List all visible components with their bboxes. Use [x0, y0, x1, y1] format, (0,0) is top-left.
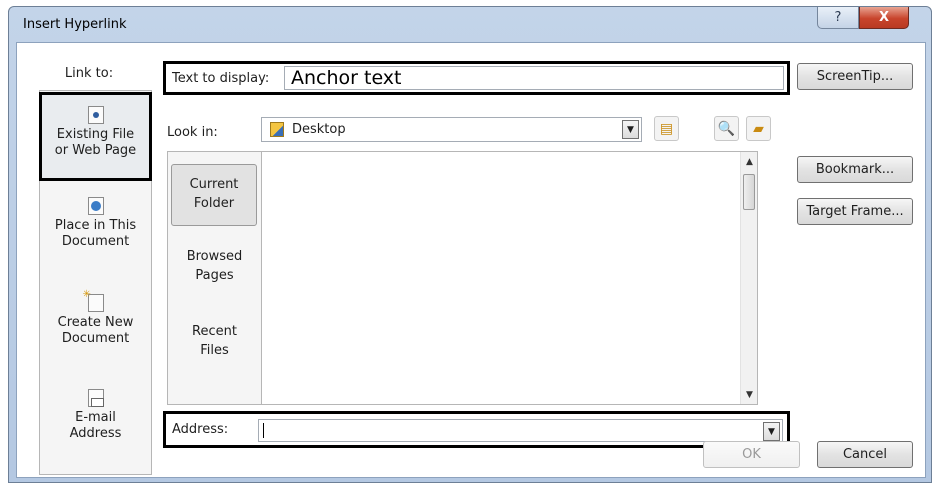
ok-button[interactable]: OK: [703, 441, 800, 468]
browse-file-icon[interactable]: ▰: [746, 116, 771, 141]
link-place-label-2: Document: [61, 234, 130, 249]
place-recent-files-label-2: Files: [200, 343, 229, 358]
document-place-icon: [87, 197, 104, 215]
place-current-folder-label-1: Current: [189, 177, 239, 192]
link-place-in-document[interactable]: Place in This Document: [40, 197, 151, 250]
address-dropdown-chevron-icon[interactable]: ▼: [763, 422, 780, 441]
scroll-down-arrow-icon[interactable]: ▼: [742, 386, 757, 403]
places-bar: Current Folder Browsed Pages Recent File…: [167, 151, 262, 405]
place-browsed-pages-label-2: Pages: [195, 268, 234, 283]
link-existing-file-label-1: Existing File: [56, 127, 135, 142]
link-email-address[interactable]: E-mail Address: [40, 389, 151, 442]
screentip-button[interactable]: ScreenTip...: [797, 63, 913, 90]
address-row: Address: ▼: [163, 411, 790, 448]
file-list-scrollbar[interactable]: ▲ ▼: [740, 152, 757, 404]
new-document-icon: [83, 287, 104, 312]
email-icon: [87, 389, 104, 407]
link-existing-file-label-2: or Web Page: [54, 143, 137, 158]
address-input[interactable]: ▼: [258, 419, 783, 442]
link-email-label-2: Address: [69, 426, 122, 441]
place-browsed-pages-label-1: Browsed: [186, 249, 243, 264]
dialog-body: Link to: Existing File or Web Page Place…: [16, 42, 926, 478]
chevron-down-icon[interactable]: ▼: [622, 120, 639, 139]
link-create-new-label-1: Create New: [57, 315, 134, 330]
look-in-label: Look in:: [167, 125, 218, 140]
title-bar: Insert Hyperlink ? X: [9, 7, 931, 43]
dialog-title: Insert Hyperlink: [23, 17, 127, 32]
insert-hyperlink-dialog: Insert Hyperlink ? X Link to: Existing F…: [8, 6, 932, 483]
target-frame-button[interactable]: Target Frame...: [797, 198, 913, 225]
link-email-label-1: E-mail: [75, 410, 116, 425]
place-current-folder-label-2: Folder: [193, 196, 235, 211]
text-to-display-input[interactable]: Anchor text: [284, 66, 784, 90]
browse-web-icon[interactable]: 🔍: [714, 116, 739, 141]
link-create-new-document[interactable]: Create New Document: [40, 287, 151, 347]
address-label: Address:: [172, 422, 229, 437]
bookmark-button[interactable]: Bookmark...: [797, 156, 913, 183]
place-recent-files[interactable]: Recent Files: [168, 322, 261, 360]
place-current-folder[interactable]: Current Folder: [171, 164, 257, 226]
look-in-dropdown[interactable]: Desktop ▼: [261, 117, 642, 142]
text-caret: [263, 423, 264, 438]
link-create-new-label-2: Document: [61, 331, 130, 346]
look-in-value: Desktop: [292, 122, 346, 137]
link-existing-file[interactable]: Existing File or Web Page: [39, 92, 152, 181]
file-list[interactable]: ▲ ▼: [261, 151, 758, 405]
scroll-up-arrow-icon[interactable]: ▲: [742, 153, 757, 170]
up-folder-icon[interactable]: ▤: [654, 116, 679, 141]
place-recent-files-label-1: Recent: [192, 324, 237, 339]
desktop-folder-icon: [270, 122, 284, 137]
link-to-panel: Existing File or Web Page Place in This …: [39, 90, 152, 475]
link-place-label-1: Place in This: [54, 218, 137, 233]
file-icon: [87, 106, 104, 124]
help-button[interactable]: ?: [817, 7, 859, 29]
link-to-label: Link to:: [64, 66, 114, 81]
text-to-display-row: Text to display: Anchor text: [163, 61, 790, 95]
place-browsed-pages[interactable]: Browsed Pages: [168, 247, 261, 285]
cancel-button[interactable]: Cancel: [817, 441, 913, 468]
close-button[interactable]: X: [859, 7, 909, 29]
text-to-display-label: Text to display:: [172, 71, 270, 86]
scroll-thumb[interactable]: [743, 174, 755, 210]
